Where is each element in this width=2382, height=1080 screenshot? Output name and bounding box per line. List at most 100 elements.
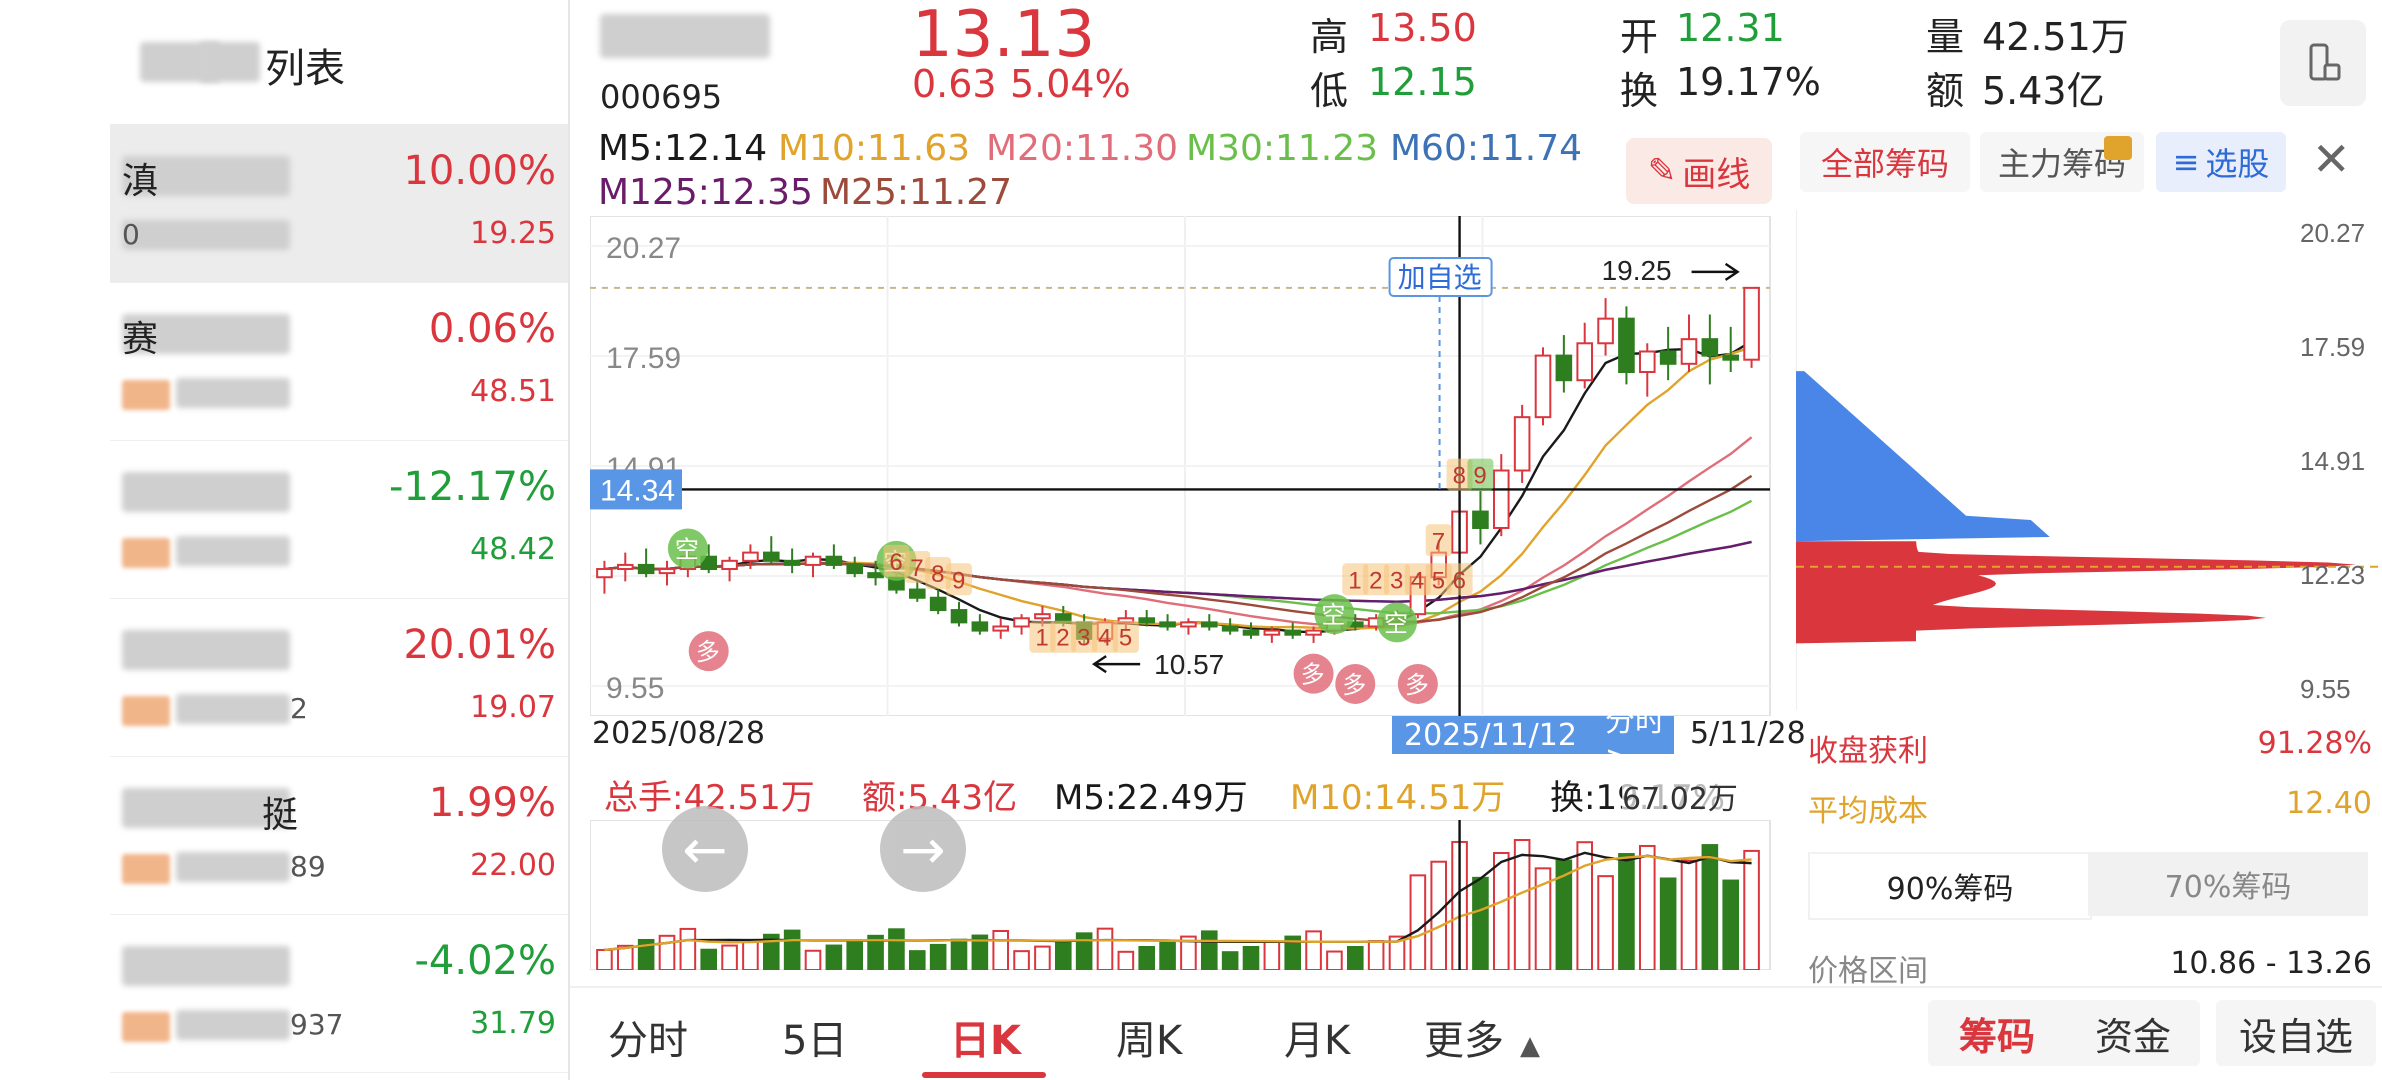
funds-button[interactable]: 资金: [2066, 1000, 2200, 1066]
candle-body: [1534, 354, 1552, 419]
volume-bar: [1013, 950, 1030, 970]
signal-short-badge: 空: [667, 528, 708, 569]
scroll-left-button[interactable]: ←: [662, 806, 748, 892]
scroll-right-button[interactable]: →: [880, 806, 966, 892]
stock-code-blur: [176, 536, 290, 566]
arrow-right-icon: →: [900, 817, 946, 881]
vol-m5: M5:22.49万: [1054, 778, 1248, 818]
candle: [1284, 622, 1302, 639]
tab-daily-k[interactable]: 日K: [950, 1008, 1021, 1066]
candle: [721, 556, 738, 582]
tab-all-chips[interactable]: 全部筹码: [1800, 132, 1970, 192]
candle-body: [804, 555, 822, 566]
active-tab-indicator: [922, 1072, 1046, 1078]
candlestick-chart[interactable]: 20.2717.5914.919.5514.34加自选 19.2510.57空多空…: [590, 216, 1780, 716]
volume-bar: [1367, 940, 1385, 970]
list-title-blur: [200, 42, 260, 82]
candle-body: [1597, 317, 1614, 345]
stock-price: 48.42: [470, 532, 556, 567]
stock-change-pct: 0.06%: [428, 306, 556, 352]
stock-list-item[interactable]: 937 -4.02% 31.79: [110, 914, 568, 1073]
rotate-screen-button[interactable]: [2280, 20, 2366, 106]
volume-bar: [1221, 951, 1239, 970]
candle: [783, 548, 801, 574]
stock-name-first: 滇: [122, 161, 159, 202]
volume-bar: [992, 930, 1010, 970]
tab-more[interactable]: 更多 ▲: [1424, 1008, 1540, 1066]
panel-divider: [568, 0, 570, 1080]
stock-list-panel: 列表 滇 0 10.00% 19.25 赛 0.06% 48.51 -12.17% 48.42 2…: [0, 0, 570, 1080]
draw-line-label: 画线: [1682, 154, 1751, 195]
market-tag: [122, 380, 170, 410]
crosshair-date-tag: 2025/11/12 分时 >: [1392, 704, 1674, 775]
candle: [1200, 614, 1218, 631]
ma-legend-item: M25:11.27: [820, 172, 1013, 213]
add-watchlist-button[interactable]: 设自选: [2216, 1000, 2376, 1066]
volume-bar: [658, 934, 676, 970]
stock-list-item[interactable]: 2 20.01% 19.07: [110, 598, 568, 757]
volume-bar: [825, 944, 843, 970]
candle-body: [658, 568, 676, 575]
stock-price: 19.25: [470, 216, 556, 251]
stock-list-item[interactable]: 赛 0.06% 48.51: [110, 282, 568, 441]
sequence-marker-number: 7: [1432, 528, 1445, 555]
stock-change-pct: 1.99%: [428, 780, 556, 826]
candle: [1513, 404, 1531, 483]
candle: [1659, 326, 1677, 381]
chip-trapped-red: [1796, 541, 2356, 644]
stock-price: 19.07: [470, 690, 556, 725]
volume-bar: [950, 938, 968, 970]
volume-bar: [1513, 839, 1531, 970]
list-icon: ≡: [2172, 143, 2200, 181]
stock-name-blur: [600, 14, 770, 58]
ma-legend: M5:12.14 M10:11.63 M20:11.30 M30:11.23 M60:1…: [598, 128, 1598, 218]
candle: [596, 560, 613, 594]
sequence-marker-number: 1: [1348, 567, 1361, 594]
sequence-marker-number: 6: [889, 549, 902, 576]
sequence-marker-number: 2: [1056, 625, 1069, 652]
select-stock-button[interactable]: ≡ 选股: [2156, 132, 2286, 192]
stock-list-item[interactable]: 挺 89 1.99% 22.00: [110, 756, 568, 915]
volume-bar: [888, 928, 905, 970]
close-icon[interactable]: ✕: [2312, 132, 2351, 186]
candle: [637, 548, 655, 578]
chips-button[interactable]: 筹码: [1928, 1000, 2066, 1066]
volume-chart[interactable]: [590, 820, 1780, 970]
price-range-value: 10.86 - 13.26: [2170, 946, 2372, 981]
bottom-divider: [570, 986, 2382, 988]
candle: [846, 556, 864, 578]
candle-body: [908, 588, 926, 599]
sequence-marker-number: 5: [1432, 567, 1445, 594]
stock-list-item[interactable]: -12.17% 48.42: [110, 440, 568, 599]
candle-body: [1743, 286, 1760, 361]
candle: [1680, 314, 1698, 373]
chip-y-label: 14.91: [2300, 446, 2365, 476]
min-price-label: 10.57: [1154, 649, 1224, 680]
sequence-marker-number: 3: [1390, 567, 1403, 594]
list-title: 列表: [265, 46, 345, 92]
candle: [1701, 314, 1719, 385]
stock-name-blur: [122, 630, 290, 670]
signal-badge-text: 多: [1301, 661, 1325, 689]
intraday-link[interactable]: 分时 >: [1605, 696, 1674, 775]
chip-profit-blue: [1796, 371, 2050, 542]
tab-90-chips[interactable]: 90%筹码: [1808, 852, 2092, 920]
profit-label: 收盘获利: [1808, 734, 1928, 769]
volume-bar: [1242, 945, 1260, 970]
stock-list-item[interactable]: 滇 0 10.00% 19.25: [110, 124, 568, 283]
amount-label: 额: [1926, 69, 1965, 113]
tab-70-chips[interactable]: 70%筹码: [2088, 852, 2368, 916]
stock-code-tail: 89: [290, 850, 326, 883]
candle-body: [1492, 469, 1510, 529]
tab-monthly-k[interactable]: 月K: [1284, 1008, 1350, 1066]
tab-5day[interactable]: 5日: [782, 1008, 847, 1066]
sequence-marker-number: 5: [1119, 625, 1132, 652]
tab-weekly-k[interactable]: 周K: [1116, 1008, 1182, 1066]
volume-bar: [596, 948, 613, 970]
volume-bar: [1680, 859, 1698, 970]
volume-bar: [1075, 932, 1093, 970]
ma-legend-item: M5:12.14: [598, 128, 768, 169]
draw-line-button[interactable]: ✎ 画线: [1626, 138, 1772, 204]
tab-intraday[interactable]: 分时: [608, 1008, 688, 1066]
candle-body: [783, 559, 801, 566]
